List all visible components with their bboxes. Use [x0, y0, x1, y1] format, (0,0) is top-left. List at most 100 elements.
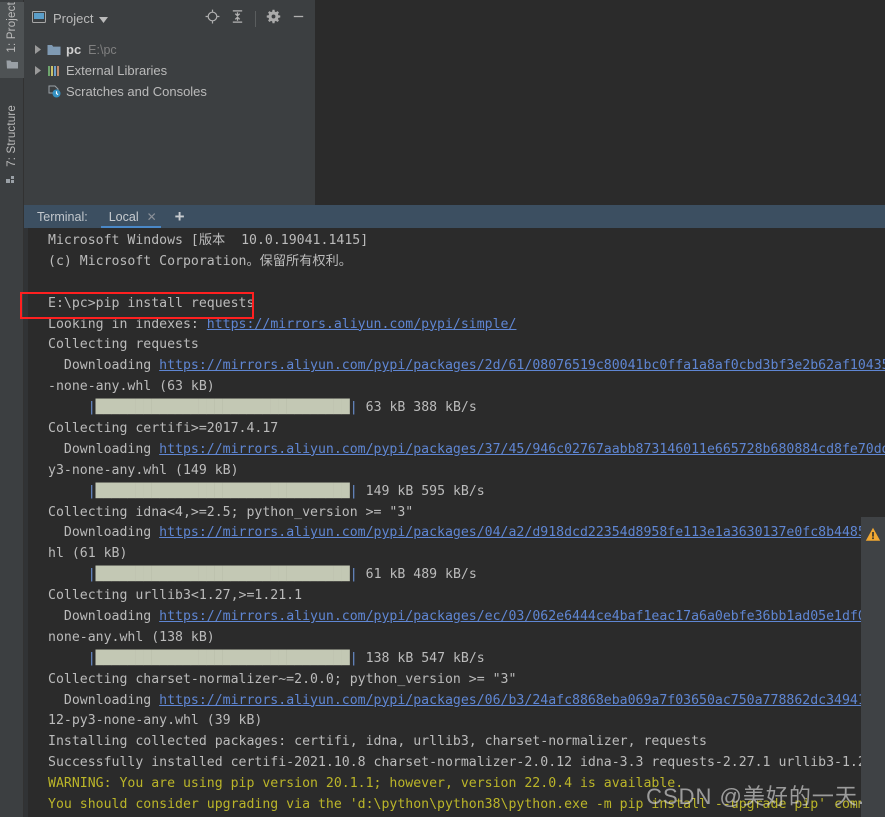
- terminal-text-span: |: [349, 567, 358, 583]
- terminal-line: Downloading https://mirrors.aliyun.com/p…: [24, 523, 885, 544]
- terminal-link[interactable]: https://mirrors.aliyun.com/pypi/simple/: [207, 317, 517, 332]
- terminal-text[interactable]: Microsoft Windows [版本 10.0.19041.1415] (c…: [24, 231, 885, 817]
- terminal-text-span: Collecting requests: [48, 337, 199, 353]
- tree-node-scratches-and-consoles[interactable]: Scratches and Consoles: [24, 81, 315, 102]
- terminal-tab-bar: Terminal: Local ✕ +: [24, 205, 885, 228]
- terminal-output-panel[interactable]: Microsoft Windows [版本 10.0.19041.1415] (c…: [24, 228, 885, 817]
- terminal-text-span: WARNING: You are using pip version 20.1.…: [48, 776, 684, 792]
- terminal-line: E:\pc>pip install requests: [24, 294, 885, 315]
- terminal-link[interactable]: https://mirrors.aliyun.com/pypi/packages…: [159, 609, 885, 624]
- project-tree: pc E:\pc External Libraries Scratches an…: [24, 37, 315, 205]
- tree-node-external-libraries[interactable]: External Libraries: [24, 60, 315, 81]
- terminal-text-span: ████████████████████████████████: [95, 400, 350, 416]
- terminal-text-span: (c) Microsoft Corporation。保留所有权利。: [48, 253, 352, 269]
- terminal-text-span: Collecting certifi>=2017.4.17: [48, 421, 279, 437]
- terminal-text-span: 61 kB 489 kB/s: [357, 567, 477, 583]
- terminal-link[interactable]: https://mirrors.aliyun.com/pypi/packages…: [159, 358, 885, 373]
- terminal-text-span: Installing collected packages: certifi, …: [48, 734, 707, 750]
- terminal-text-span: You should consider upgrading via the 'd…: [48, 797, 885, 813]
- toolstrip-item-structure[interactable]: 7: Structure: [0, 105, 24, 192]
- terminal-line: -none-any.whl (63 kB): [24, 377, 885, 398]
- terminal-line: |████████████████████████████████| 61 kB…: [24, 565, 885, 586]
- terminal-text-span: Collecting charset-normalizer~=2.0.0; py…: [48, 671, 517, 687]
- terminal-line: Microsoft Windows [版本 10.0.19041.1415]: [24, 231, 885, 252]
- terminal-text-span: none-any.whl (138 kB): [48, 629, 215, 645]
- terminal-line: Collecting urllib3<1.27,>=1.21.1: [24, 586, 885, 607]
- gear-icon[interactable]: [266, 9, 281, 29]
- tree-node-pc-label: pc: [66, 42, 82, 57]
- terminal-text-span: E:\pc>pip install requests: [48, 295, 255, 311]
- chevron-right-icon[interactable]: [31, 66, 45, 75]
- terminal-text-span: 63 kB 388 kB/s: [357, 400, 477, 416]
- terminal-text-span: Collecting urllib3<1.27,>=1.21.1: [48, 588, 303, 604]
- toolstrip-item-structure-label: 7: Structure: [6, 105, 18, 167]
- project-panel-toolbar: [205, 9, 309, 29]
- terminal-text-span: [48, 567, 88, 582]
- terminal-line: Successfully installed certifi-2021.10.8…: [24, 753, 885, 774]
- structure-icon: [5, 171, 19, 189]
- chevron-right-icon[interactable]: [31, 45, 45, 54]
- terminal-text-span: 138 kB 547 kB/s: [357, 650, 485, 666]
- terminal-link[interactable]: https://mirrors.aliyun.com/pypi/packages…: [159, 693, 885, 708]
- toolbar-divider: [255, 10, 256, 27]
- toolstrip-item-project-label: 1: Project: [6, 2, 18, 53]
- chevron-down-icon[interactable]: [99, 10, 109, 28]
- terminal-text-span: Downloading: [48, 525, 160, 541]
- terminal-text-span: y3-none-any.whl (149 kB): [48, 462, 239, 478]
- terminal-line: Downloading https://mirrors.aliyun.com/p…: [24, 607, 885, 628]
- terminal-window-label: Terminal:: [37, 209, 88, 224]
- project-panel-title: Project: [53, 11, 94, 26]
- terminal-text-span: |: [87, 400, 96, 416]
- project-panel-header: Project: [24, 0, 315, 37]
- terminal-text-span: Downloading: [48, 441, 160, 457]
- terminal-link[interactable]: https://mirrors.aliyun.com/pypi/packages…: [159, 525, 885, 540]
- minimize-icon[interactable]: [291, 9, 306, 29]
- terminal-tab-local[interactable]: Local ✕: [97, 205, 163, 228]
- terminal-line: hl (61 kB): [24, 544, 885, 565]
- terminal-text-span: |: [349, 400, 358, 416]
- terminal-text-span: Collecting idna<4,>=2.5; python_version …: [48, 504, 414, 520]
- toolstrip-item-project[interactable]: 1: Project: [0, 2, 24, 78]
- tree-node-pc[interactable]: pc E:\pc: [24, 39, 315, 60]
- terminal-text-span: Successfully installed certifi-2021.10.8…: [48, 755, 885, 771]
- plus-icon[interactable]: +: [175, 208, 185, 225]
- terminal-text-span: ████████████████████████████████: [95, 650, 350, 666]
- terminal-line: Downloading https://mirrors.aliyun.com/p…: [24, 440, 885, 461]
- terminal-text-span: |: [87, 483, 96, 499]
- terminal-line: Collecting certifi>=2017.4.17: [24, 419, 885, 440]
- terminal-text-span: -none-any.whl (63 kB): [48, 379, 215, 395]
- terminal-line: |████████████████████████████████| 138 k…: [24, 649, 885, 670]
- folder-icon: [45, 44, 63, 56]
- warning-triangle-icon[interactable]: [864, 525, 882, 543]
- tree-node-external-libraries-label: External Libraries: [66, 63, 168, 78]
- locate-icon[interactable]: [205, 9, 220, 29]
- terminal-text-span: |: [349, 650, 358, 666]
- terminal-line: y3-none-any.whl (149 kB): [24, 461, 885, 482]
- terminal-line: Installing collected packages: certifi, …: [24, 732, 885, 753]
- left-tool-strip: 1: Project 7: Structure: [0, 0, 24, 817]
- project-tool-window: Project pc E:\pc External Libraries Scra…: [24, 0, 315, 205]
- tree-node-pc-path: E:\pc: [88, 42, 117, 57]
- close-icon[interactable]: ✕: [147, 211, 157, 223]
- terminal-marker-gutter[interactable]: [861, 517, 885, 817]
- terminal-text-span: Microsoft Windows [版本 10.0.19041.1415]: [48, 233, 369, 248]
- terminal-line: Looking in indexes: https://mirrors.aliy…: [24, 315, 885, 336]
- terminal-text-span: ████████████████████████████████: [95, 483, 350, 499]
- terminal-line: Collecting charset-normalizer~=2.0.0; py…: [24, 670, 885, 691]
- terminal-link[interactable]: https://mirrors.aliyun.com/pypi/packages…: [159, 442, 885, 457]
- editor-area[interactable]: [315, 0, 885, 205]
- terminal-text-span: 149 kB 595 kB/s: [357, 483, 485, 499]
- terminal-line: WARNING: You are using pip version 20.1.…: [24, 774, 885, 795]
- ide-window: 1: Project 7: Structure Project pc E:\pc…: [0, 0, 885, 817]
- terminal-text-span: hl (61 kB): [48, 546, 128, 562]
- terminal-line: (c) Microsoft Corporation。保留所有权利。: [24, 252, 885, 273]
- project-window-icon: [32, 10, 46, 28]
- terminal-text-span: Downloading: [48, 609, 160, 625]
- terminal-tab-local-label: Local: [108, 209, 139, 224]
- terminal-text-span: |: [87, 567, 96, 583]
- collapse-all-icon[interactable]: [230, 9, 245, 29]
- terminal-line: Downloading https://mirrors.aliyun.com/p…: [24, 356, 885, 377]
- terminal-line: Collecting requests: [24, 335, 885, 356]
- terminal-text-span: |: [349, 483, 358, 499]
